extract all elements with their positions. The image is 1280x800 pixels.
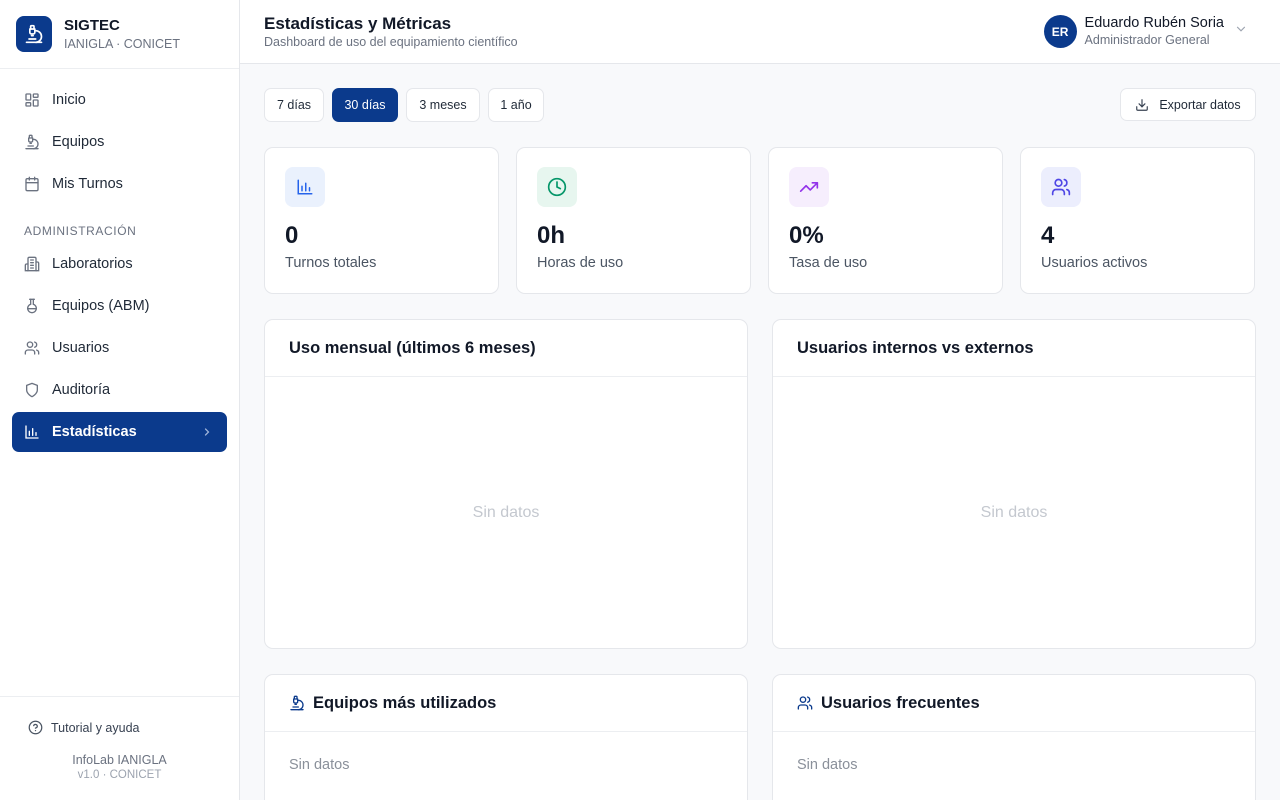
sidebar-item-label: Equipos (ABM) — [52, 298, 150, 314]
chevron-right-icon — [201, 425, 213, 443]
page-subtitle: Dashboard de uso del equipamiento cientí… — [264, 35, 518, 49]
kpi-card-horas: 0h Horas de uso — [516, 147, 751, 294]
range-1-year-button[interactable]: 1 año — [488, 88, 544, 122]
panel-header: Usuarios frecuentes — [773, 675, 1255, 732]
panel-frequent-users: Usuarios frecuentes Sin datos — [772, 674, 1256, 800]
help-label: Tutorial y ayuda — [51, 720, 140, 735]
panel-monthly-usage: Uso mensual (últimos 6 meses) Sin datos — [264, 319, 748, 649]
brand-subtitle: IANIGLA · CONICET — [64, 36, 180, 51]
kpi-label: Usuarios activos — [1041, 255, 1148, 271]
shield-icon — [24, 382, 40, 398]
brand-title: SIGTEC — [64, 16, 120, 34]
panel-title: Usuarios frecuentes — [821, 693, 980, 712]
sidebar-item-mis-turnos[interactable]: Mis Turnos — [12, 164, 227, 204]
sidebar-item-laboratorios[interactable]: Laboratorios — [12, 244, 227, 284]
users-icon — [797, 695, 813, 711]
sidebar: SIGTEC IANIGLA · CONICET Inicio Equipos … — [0, 0, 240, 800]
help-link[interactable]: Tutorial y ayuda — [28, 720, 139, 735]
download-icon — [1135, 98, 1149, 112]
bar-chart-icon — [285, 167, 325, 207]
microscope-icon — [289, 695, 305, 711]
avatar: ER — [1043, 15, 1077, 48]
help-circle-icon — [28, 720, 43, 735]
bar-chart-icon — [24, 424, 40, 440]
kpi-value: 0h — [537, 222, 566, 249]
empty-state: Sin datos — [980, 504, 1048, 521]
kpi-label: Turnos totales — [285, 255, 377, 271]
panel-title: Uso mensual (últimos 6 meses) — [289, 338, 536, 357]
user-name: Eduardo Rubén Soria — [1084, 15, 1224, 31]
section-label-administracion: ADMINISTRACIÓN — [24, 224, 137, 238]
grid-icon — [24, 92, 40, 108]
kpi-card-turnos: 0 Turnos totales — [264, 147, 499, 294]
empty-state: Sin datos — [797, 757, 858, 773]
user-menu[interactable]: ER Eduardo Rubén Soria Administrador Gen… — [1043, 15, 1248, 48]
panel-top-equipment: Equipos más utilizados Sin datos — [264, 674, 748, 800]
kpi-value: 4 — [1041, 222, 1055, 249]
chevron-down-icon — [1234, 22, 1248, 41]
calendar-icon — [24, 176, 40, 192]
panel-header: Uso mensual (últimos 6 meses) — [265, 320, 747, 377]
sidebar-item-label: Auditoría — [52, 382, 111, 398]
panel-title: Equipos más utilizados — [313, 693, 497, 712]
user-role: Administrador General — [1084, 33, 1210, 47]
clock-icon — [537, 167, 577, 207]
range-7-days-button[interactable]: 7 días — [264, 88, 324, 122]
sidebar-item-estadisticas[interactable]: Estadísticas — [12, 412, 227, 452]
kpi-label: Horas de uso — [537, 255, 624, 271]
footer-version: v1.0 · CONICET — [77, 769, 162, 781]
footer-org: InfoLab IANIGLA — [72, 753, 167, 767]
sidebar-item-equipos-abm[interactable]: Equipos (ABM) — [12, 286, 227, 326]
kpi-label: Tasa de uso — [789, 255, 868, 271]
empty-state: Sin datos — [472, 504, 540, 521]
empty-state: Sin datos — [289, 757, 350, 773]
sidebar-footer: Tutorial y ayuda InfoLab IANIGLA v1.0 · … — [0, 696, 239, 800]
sidebar-item-label: Inicio — [52, 92, 86, 108]
brand[interactable]: SIGTEC IANIGLA · CONICET — [0, 0, 239, 69]
page-title: Estadísticas y Métricas — [264, 14, 452, 33]
panel-header: Usuarios internos vs externos — [773, 320, 1255, 377]
sidebar-item-auditoria[interactable]: Auditoría — [12, 370, 227, 410]
kpi-card-usuarios: 4 Usuarios activos — [1020, 147, 1255, 294]
kpi-value: 0 — [285, 222, 299, 249]
export-data-button[interactable]: Exportar datos — [1120, 88, 1256, 121]
panel-internal-vs-external: Usuarios internos vs externos Sin datos — [772, 319, 1256, 649]
sidebar-item-label: Mis Turnos — [52, 176, 123, 192]
microscope-icon — [24, 134, 40, 150]
sidebar-item-label: Laboratorios — [52, 256, 133, 272]
panel-header: Equipos más utilizados — [265, 675, 747, 732]
users-icon — [1041, 167, 1081, 207]
range-30-days-button[interactable]: 30 días — [332, 88, 398, 122]
range-3-months-button[interactable]: 3 meses — [406, 88, 480, 122]
sidebar-item-label: Equipos — [52, 134, 105, 150]
panel-title: Usuarios internos vs externos — [797, 338, 1034, 357]
sidebar-item-usuarios[interactable]: Usuarios — [12, 328, 227, 368]
flask-icon — [24, 298, 40, 314]
sidebar-item-equipos[interactable]: Equipos — [12, 122, 227, 162]
users-icon — [24, 340, 40, 356]
top-header: Estadísticas y Métricas Dashboard de uso… — [240, 0, 1280, 64]
kpi-card-tasa: 0% Tasa de uso — [768, 147, 1003, 294]
sidebar-item-inicio[interactable]: Inicio — [12, 80, 227, 120]
export-label: Exportar datos — [1159, 97, 1241, 112]
trending-up-icon — [789, 167, 829, 207]
sidebar-item-label: Usuarios — [52, 340, 110, 356]
building-icon — [24, 256, 40, 272]
kpi-value: 0% — [789, 222, 824, 249]
sidebar-item-label: Estadísticas — [52, 424, 137, 440]
microscope-logo-icon — [16, 16, 52, 52]
